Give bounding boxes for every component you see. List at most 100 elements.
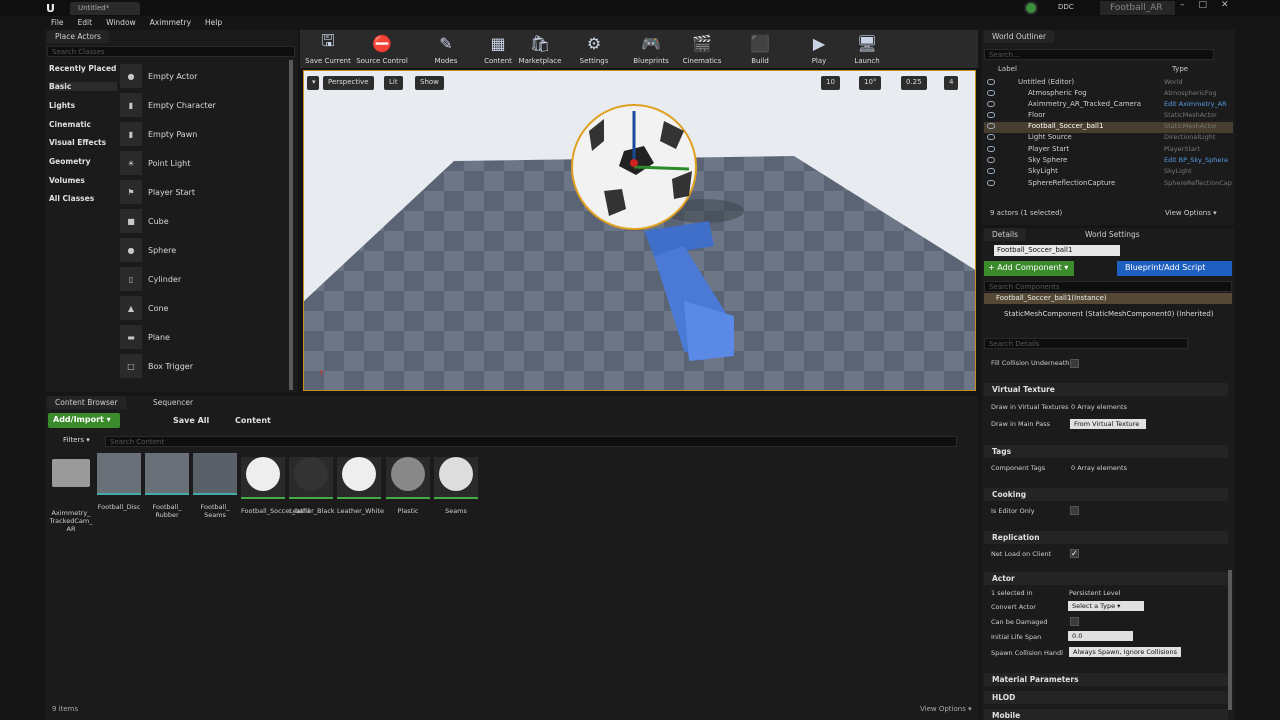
outliner-row[interactable]: Sky Sphere Edit BP_Sky_Sphere — [984, 156, 1233, 167]
visibility-eye-icon[interactable] — [987, 180, 995, 186]
section-mobile[interactable]: Mobile — [984, 709, 1228, 720]
category-volumes[interactable]: Volumes — [49, 176, 117, 185]
tab-world-outliner[interactable]: World Outliner — [984, 30, 1055, 43]
visibility-eye-icon[interactable] — [987, 168, 995, 174]
gizmo-x-axis[interactable] — [630, 159, 638, 167]
build-button[interactable]: ⬛ Build — [732, 32, 788, 66]
fill-collision-checkbox[interactable] — [1070, 359, 1079, 368]
asset-item[interactable]: Plastic — [386, 453, 430, 515]
actor-item[interactable]: ▮ Empty Pawn — [120, 120, 290, 148]
convert-actor-dropdown[interactable]: Select a Type ▾ — [1068, 601, 1144, 611]
show-button[interactable]: Show — [415, 76, 444, 90]
section-material-parameters[interactable]: Material Parameters — [984, 673, 1228, 686]
level-viewport[interactable]: ↑ ▾ Perspective Lit Show 10 10° 0.25 4 — [303, 70, 976, 391]
spawn-collision-dropdown[interactable]: Always Spawn, Ignore Collisions ▾ — [1069, 647, 1181, 664]
outliner-row[interactable]: Atmospheric Fog AtmosphericFog — [984, 89, 1233, 100]
editor-only-checkbox[interactable] — [1070, 506, 1079, 515]
close-button[interactable]: ✕ — [1221, 0, 1229, 14]
gizmo-y-axis[interactable] — [633, 165, 690, 171]
outliner-row[interactable]: Untitled (Editor) World — [984, 78, 1233, 89]
actor-item[interactable]: ■ Cube — [120, 207, 290, 235]
add-import-button[interactable]: Add/Import ▾ — [48, 413, 120, 428]
scale-snap-value[interactable]: 0.25 — [901, 76, 927, 90]
rotation-snap-value[interactable]: 10° — [859, 76, 882, 90]
source-control-status-icon[interactable] — [1024, 1, 1038, 15]
category-lights[interactable]: Lights — [49, 101, 117, 110]
settings-button[interactable]: ⚙ Settings — [566, 32, 622, 66]
grid-snap-value[interactable]: 10 — [821, 76, 840, 90]
lit-button[interactable]: Lit — [384, 76, 403, 90]
tab-sequencer[interactable]: Sequencer — [145, 396, 202, 409]
section-replication[interactable]: Replication — [984, 531, 1228, 544]
asset-item[interactable]: Leather_White — [337, 453, 384, 515]
actor-item[interactable]: ● Sphere — [120, 236, 290, 264]
perspective-button[interactable]: Perspective — [323, 76, 374, 90]
asset-item[interactable]: Football_ Seams — [193, 453, 237, 519]
visibility-eye-icon[interactable] — [987, 112, 995, 118]
filters-button[interactable]: Filters ▾ — [63, 436, 90, 444]
details-scrollbar[interactable] — [1228, 570, 1232, 710]
visibility-eye-icon[interactable] — [987, 146, 995, 152]
tab-place-actors[interactable]: Place Actors — [47, 30, 109, 43]
visibility-eye-icon[interactable] — [987, 79, 995, 85]
component-row[interactable]: StaticMeshComponent (StaticMeshComponent… — [1004, 310, 1214, 318]
instance-row[interactable]: Football_Soccer_ball1(Instance) — [984, 293, 1232, 304]
category-cinematic[interactable]: Cinematic — [49, 120, 117, 129]
menu-window[interactable]: Window — [106, 18, 136, 27]
blueprint-add-script-button[interactable]: Blueprint/Add Script — [1117, 261, 1232, 276]
actor-item[interactable]: ▯ Cylinder — [120, 265, 290, 293]
asset-item[interactable]: Football_ Rubber — [145, 453, 189, 519]
column-label[interactable]: Label — [998, 65, 1017, 73]
cinematics-button[interactable]: 🎬 Cinematics — [674, 32, 730, 66]
menu-file[interactable]: File — [51, 18, 64, 27]
visibility-eye-icon[interactable] — [987, 157, 995, 163]
source-control-button[interactable]: ⛔ Source Control — [354, 32, 410, 66]
section-cooking[interactable]: Cooking — [984, 488, 1228, 501]
viewport-options-button[interactable]: ▾ — [307, 76, 319, 90]
save-all-button[interactable]: Save All — [173, 416, 209, 425]
visibility-eye-icon[interactable] — [987, 134, 995, 140]
actors-scrollbar[interactable] — [289, 60, 293, 390]
category-geometry[interactable]: Geometry — [49, 157, 117, 166]
add-component-button[interactable]: + Add Component ▾ — [984, 261, 1074, 276]
outliner-row[interactable]: SphereReflectionCapture SphereReflectionC… — [984, 179, 1233, 190]
section-actor[interactable]: Actor — [984, 572, 1228, 585]
category-visual-effects[interactable]: Visual Effects — [49, 138, 117, 147]
can-damage-checkbox[interactable] — [1070, 617, 1079, 626]
view-options-button[interactable]: View Options ▾ — [920, 705, 972, 713]
outliner-row[interactable]: Light Source DirectionalLight — [984, 133, 1233, 144]
actor-item[interactable]: ▬ Plane — [120, 323, 290, 351]
outliner-row[interactable]: Floor StaticMeshActor — [984, 111, 1233, 122]
actor-item[interactable]: ● Empty Actor — [120, 62, 290, 90]
search-content-input[interactable]: Search Content — [105, 436, 957, 447]
actor-name-field[interactable]: Football_Soccer_ball1 — [994, 245, 1120, 256]
visibility-eye-icon[interactable] — [987, 123, 995, 129]
actor-item[interactable]: ⚑ Player Start — [120, 178, 290, 206]
tab-world-settings[interactable]: World Settings — [1077, 228, 1148, 241]
menu-edit[interactable]: Edit — [78, 18, 93, 27]
document-tab[interactable]: Untitled* — [70, 2, 140, 15]
search-details-input[interactable]: Search Details — [984, 338, 1188, 349]
marketplace-button[interactable]: 🛍 Marketplace — [512, 32, 568, 66]
category-recently-placed[interactable]: Recently Placed — [49, 64, 117, 73]
actor-item[interactable]: ▮ Empty Character — [120, 91, 290, 119]
menu-aximmetry[interactable]: Aximmetry — [150, 18, 191, 27]
maximize-button[interactable]: □ — [1199, 0, 1208, 14]
minimize-button[interactable]: – — [1180, 0, 1185, 14]
menu-help[interactable]: Help — [205, 18, 222, 27]
launch-button[interactable]: 🖥 Launch — [839, 32, 895, 66]
outliner-row[interactable]: SkyLight SkyLight — [984, 167, 1233, 178]
asset-item[interactable]: Aximmetry_ TrackedCam_ AR — [49, 453, 93, 533]
net-load-checkbox[interactable]: ✓ — [1070, 549, 1079, 558]
search-components-input[interactable]: Search Components — [984, 281, 1232, 292]
asset-item[interactable]: Seams — [434, 453, 478, 515]
visibility-eye-icon[interactable] — [987, 90, 995, 96]
draw-main-pass-dropdown[interactable]: From Virtual Texture ▾ — [1070, 419, 1146, 436]
path-content[interactable]: Content — [235, 416, 271, 425]
blueprints-button[interactable]: 🎮 Blueprints — [623, 32, 679, 66]
asset-item[interactable]: Football_Disc — [97, 453, 141, 511]
outliner-row[interactable]: Player Start PlayerStart — [984, 145, 1233, 156]
search-classes-input[interactable]: Search Classes — [47, 46, 295, 57]
camera-speed-value[interactable]: 4 — [944, 76, 959, 90]
asset-item[interactable]: Leather_Black — [289, 453, 335, 515]
